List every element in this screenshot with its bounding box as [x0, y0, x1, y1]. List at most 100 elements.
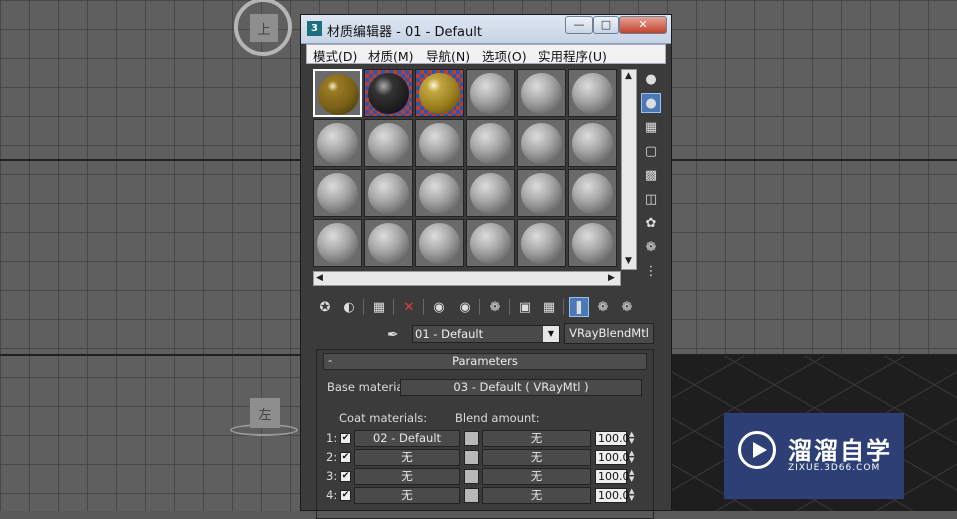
- coat-enable-checkbox[interactable]: ✔: [340, 471, 351, 482]
- pick-material-from-object-icon[interactable]: ✒: [387, 327, 399, 343]
- material-preview-sphere: [368, 123, 409, 164]
- viewcube-left[interactable]: 左: [250, 398, 280, 428]
- material-map-navigator-icon[interactable]: ⋮: [641, 261, 661, 281]
- show-map-in-viewport-icon[interactable]: ▦: [539, 297, 559, 317]
- scroll-left-arrow-icon[interactable]: ◀: [316, 273, 323, 283]
- menu-navigation[interactable]: 导航(N): [426, 46, 470, 65]
- coat-material-button[interactable]: 无: [354, 487, 460, 504]
- coat-material-button[interactable]: 无: [354, 449, 460, 466]
- coat-material-button[interactable]: 无: [354, 468, 460, 485]
- scroll-up-arrow-icon[interactable]: ▲: [625, 71, 632, 81]
- spinner-arrows-icon[interactable]: ▲ ▼: [629, 431, 637, 446]
- maximize-button[interactable]: □: [593, 16, 619, 34]
- make-preview-icon[interactable]: ◫: [641, 189, 661, 209]
- blend-amount-spinner[interactable]: 100.0: [595, 469, 630, 484]
- viewcube-top[interactable]: 上: [250, 14, 278, 42]
- put-material-to-scene-icon[interactable]: ◐: [339, 297, 359, 317]
- material-sample-slot[interactable]: [364, 169, 413, 217]
- material-sample-slot[interactable]: [364, 69, 413, 117]
- material-sample-slot[interactable]: [313, 219, 362, 267]
- go-forward-to-sibling-icon[interactable]: ❁: [617, 297, 637, 317]
- minimize-button[interactable]: —: [565, 16, 593, 34]
- material-sample-slot[interactable]: [568, 169, 617, 217]
- blend-map-button[interactable]: 无: [482, 449, 591, 466]
- blend-amount-spinner[interactable]: 100.0: [595, 488, 630, 503]
- coat-color-swatch[interactable]: [464, 469, 479, 484]
- chevron-down-icon[interactable]: ▼: [543, 326, 559, 342]
- slots-vertical-scrollbar[interactable]: ▲ ▼: [621, 69, 637, 270]
- material-preview-sphere: [572, 173, 613, 214]
- material-sample-slot[interactable]: [415, 219, 464, 267]
- select-by-material-icon[interactable]: ❁: [641, 237, 661, 257]
- material-id-channel-icon[interactable]: ▣: [515, 297, 535, 317]
- material-sample-slot[interactable]: [364, 219, 413, 267]
- base-material-button[interactable]: 03 - Default ( VRayMtl ): [400, 379, 642, 396]
- material-sample-slot[interactable]: [517, 169, 566, 217]
- close-button[interactable]: ✕: [619, 16, 667, 34]
- material-name-field[interactable]: 01 - Default ▼: [412, 325, 560, 343]
- material-sample-slot[interactable]: [466, 219, 515, 267]
- spinner-arrows-icon[interactable]: ▲ ▼: [629, 469, 637, 484]
- spinner-arrows-icon[interactable]: ▲ ▼: [629, 488, 637, 503]
- blend-map-button[interactable]: 无: [482, 487, 591, 504]
- show-end-result-icon[interactable]: ❚: [569, 297, 589, 317]
- video-color-check-icon[interactable]: ▩: [641, 165, 661, 185]
- go-to-parent-icon[interactable]: ❁: [593, 297, 613, 317]
- material-sample-slot[interactable]: [568, 119, 617, 167]
- coat-color-swatch[interactable]: [464, 488, 479, 503]
- menu-utilities[interactable]: 实用程序(U): [538, 46, 607, 65]
- parameters-rollout-header[interactable]: - Parameters: [323, 353, 647, 370]
- coat-color-swatch[interactable]: [464, 431, 479, 446]
- material-sample-slot[interactable]: [517, 69, 566, 117]
- make-material-copy-icon[interactable]: ◉: [429, 297, 449, 317]
- material-preview-sphere: [521, 173, 562, 214]
- scroll-down-arrow-icon[interactable]: ▼: [625, 256, 632, 266]
- options-icon[interactable]: ✿: [641, 213, 661, 233]
- coat-enable-checkbox[interactable]: ✔: [340, 452, 351, 463]
- sample-type-icon[interactable]: ●: [641, 69, 661, 89]
- material-sample-slot[interactable]: [517, 219, 566, 267]
- material-sample-slot[interactable]: [568, 219, 617, 267]
- background-checker-icon[interactable]: ▦: [641, 117, 661, 137]
- get-material-icon[interactable]: ✪: [315, 297, 335, 317]
- menu-material[interactable]: 材质(M): [368, 46, 414, 65]
- material-sample-slot[interactable]: [517, 119, 566, 167]
- make-unique-icon[interactable]: ◉: [455, 297, 475, 317]
- material-sample-slot[interactable]: [364, 119, 413, 167]
- blend-map-button[interactable]: 无: [482, 468, 591, 485]
- material-sample-slot[interactable]: [313, 119, 362, 167]
- spinner-arrows-icon[interactable]: ▲ ▼: [629, 450, 637, 465]
- material-sample-slot[interactable]: [313, 69, 362, 117]
- blend-map-button[interactable]: 无: [482, 430, 591, 447]
- material-sample-slot[interactable]: [415, 119, 464, 167]
- reset-map-icon[interactable]: ✕: [399, 297, 419, 317]
- title-bar[interactable]: 3 材质编辑器 - 01 - Default — □ ✕: [301, 15, 671, 44]
- slots-horizontal-scrollbar[interactable]: ◀ ▶: [313, 271, 621, 286]
- material-sample-slot[interactable]: [568, 69, 617, 117]
- coat-color-swatch[interactable]: [464, 450, 479, 465]
- backlight-icon[interactable]: ●: [641, 93, 661, 113]
- menu-options[interactable]: 选项(O): [482, 46, 527, 65]
- menu-mode[interactable]: 模式(D): [313, 46, 357, 65]
- material-preview-sphere: [521, 123, 562, 164]
- material-preview-sphere: [470, 173, 511, 214]
- material-sample-slot[interactable]: [466, 169, 515, 217]
- material-type-button[interactable]: VRayBlendMtl: [564, 323, 654, 344]
- coat-index-label: 3:: [326, 469, 338, 483]
- material-sample-slot[interactable]: [415, 69, 464, 117]
- put-to-library-icon[interactable]: ❁: [485, 297, 505, 317]
- blend-amount-spinner[interactable]: 100.0: [595, 450, 630, 465]
- material-preview-sphere: [572, 73, 613, 114]
- material-sample-slot[interactable]: [466, 69, 515, 117]
- sample-uv-tiling-icon[interactable]: ▢: [641, 141, 661, 161]
- assign-material-to-selection-icon[interactable]: ▦: [369, 297, 389, 317]
- coat-enable-checkbox[interactable]: ✔: [340, 490, 351, 501]
- material-sample-slot[interactable]: [466, 119, 515, 167]
- scroll-right-arrow-icon[interactable]: ▶: [608, 273, 615, 283]
- collapse-icon: -: [328, 353, 333, 367]
- material-sample-slot[interactable]: [313, 169, 362, 217]
- coat-material-button[interactable]: 02 - Default: [354, 430, 460, 447]
- material-sample-slot[interactable]: [415, 169, 464, 217]
- blend-amount-spinner[interactable]: 100.0: [595, 431, 630, 446]
- coat-enable-checkbox[interactable]: ✔: [340, 433, 351, 444]
